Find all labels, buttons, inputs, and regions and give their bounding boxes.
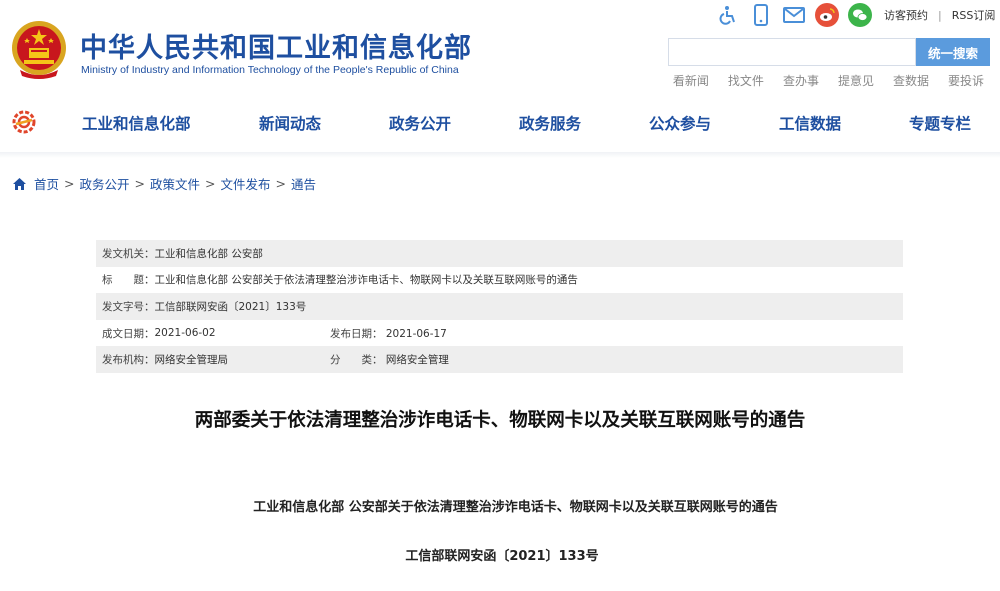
article-document-number: 工信部联网安函〔2021〕133号 (405, 549, 599, 564)
wechat-icon[interactable] (848, 3, 872, 27)
breadcrumb-notice[interactable]: 通告 (291, 174, 316, 193)
breadcrumb-separator: > (134, 176, 145, 191)
nav-divider (0, 152, 1000, 158)
quick-link-data[interactable]: 查数据 (893, 72, 929, 89)
meta-row-agency: 发布机构： 网络安全管理局 分 类： 网络安全管理 (96, 346, 903, 373)
nav-item-ministry[interactable]: 工业和信息化部 (82, 112, 191, 134)
site-subtitle: Ministry of Industry and Information Tec… (81, 64, 459, 76)
meta-docno-value: 工信部联网安函〔2021〕133号 (154, 300, 307, 313)
meta-row-issuer: 发文机关： 工业和信息化部 公安部 (96, 240, 903, 267)
meta-category-label: 分 类： (330, 354, 383, 367)
accessibility-icon[interactable] (716, 3, 740, 27)
nav-item-gov-info[interactable]: 政务公开 (389, 112, 451, 134)
header-tools: 访客预约 | RSS订阅 (716, 2, 995, 28)
nav-item-data[interactable]: 工信数据 (779, 112, 841, 134)
site-title[interactable]: 中华人民共和国工业和信息化部 (80, 26, 472, 65)
nav-item-topics[interactable]: 专题专栏 (909, 112, 971, 134)
meta-issuer-label: 发文机关： (102, 247, 155, 260)
breadcrumb-separator: > (275, 176, 286, 191)
meta-agency-label: 发布机构： (102, 354, 155, 367)
site-header: 中华人民共和国工业和信息化部 Ministry of Industry and … (0, 0, 1000, 98)
national-emblem-icon[interactable] (10, 20, 68, 80)
quick-link-complaint[interactable]: 要投诉 (948, 72, 984, 89)
meta-row-docno: 发文字号： 工信部联网安函〔2021〕133号 (96, 293, 903, 320)
meta-row-title: 标 题： 工业和信息化部 公安部关于依法清理整治涉诈电话卡、物联网卡以及关联互联… (96, 267, 903, 294)
quick-link-services[interactable]: 查办事 (783, 72, 819, 89)
breadcrumb-gov-info[interactable]: 政务公开 (80, 174, 130, 193)
home-icon (13, 177, 26, 190)
weibo-icon[interactable] (815, 3, 839, 27)
breadcrumb: 首页 > 政务公开 > 政策文件 > 文件发布 > 通告 (12, 174, 316, 193)
breadcrumb-separator: > (205, 176, 216, 191)
quick-link-files[interactable]: 找文件 (728, 72, 764, 89)
divider: | (938, 8, 942, 22)
breadcrumb-file-release[interactable]: 文件发布 (221, 174, 271, 193)
nav-item-public-participation[interactable]: 公众参与 (649, 112, 711, 134)
article-subtitle: 工业和信息化部 公安部关于依法清理整治涉诈电话卡、物联网卡以及关联互联网账号的通… (253, 500, 778, 515)
article-title: 两部委关于依法清理整治涉诈电话卡、物联网卡以及关联互联网账号的通告 (194, 410, 806, 431)
meta-created-value: 2021-06-02 (154, 327, 216, 340)
document-meta-table: 发文机关： 工业和信息化部 公安部 标 题： 工业和信息化部 公安部关于依法清理… (96, 240, 903, 373)
rss-link[interactable]: RSS订阅 (952, 7, 996, 23)
meta-published-value: 2021-06-17 (385, 327, 447, 340)
meta-category: 分 类： 网络安全管理 (330, 352, 449, 367)
search-button[interactable]: 统一搜索 (916, 38, 990, 66)
mail-icon[interactable] (782, 3, 806, 27)
meta-title-label: 标 题： (102, 274, 155, 287)
breadcrumb-home[interactable]: 首页 (34, 174, 59, 193)
quick-link-news[interactable]: 看新闻 (673, 72, 709, 89)
meta-published: 发布日期： 2021-06-17 (330, 326, 447, 341)
ministry-logo-icon[interactable] (12, 110, 36, 134)
search-input[interactable] (668, 38, 916, 66)
quick-link-feedback[interactable]: 提意见 (838, 72, 874, 89)
meta-docno-label: 发文字号： (102, 300, 155, 313)
meta-created-label: 成文日期： (102, 327, 155, 340)
nav-item-news[interactable]: 新闻动态 (259, 112, 321, 134)
breadcrumb-separator: > (64, 176, 75, 191)
meta-agency-value: 网络安全管理局 (154, 354, 229, 367)
breadcrumb-policy[interactable]: 政策文件 (150, 174, 200, 193)
meta-issuer-value: 工业和信息化部 公安部 (154, 247, 263, 260)
visit-appointment-link[interactable]: 访客预约 (884, 7, 928, 23)
nav-item-gov-services[interactable]: 政务服务 (519, 112, 581, 134)
mobile-icon[interactable] (749, 3, 773, 27)
meta-category-value: 网络安全管理 (385, 354, 449, 367)
quick-links: 看新闻 找文件 查办事 提意见 查数据 要投诉 (654, 72, 984, 89)
meta-row-dates: 成文日期： 2021-06-02 发布日期： 2021-06-17 (96, 320, 903, 347)
main-nav: 工业和信息化部 新闻动态 政务公开 政务服务 公众参与 工信数据 专题专栏 (0, 104, 1000, 142)
meta-title-value: 工业和信息化部 公安部关于依法清理整治涉诈电话卡、物联网卡以及关联互联网账号的通… (154, 274, 578, 287)
meta-published-label: 发布日期： (330, 327, 383, 340)
